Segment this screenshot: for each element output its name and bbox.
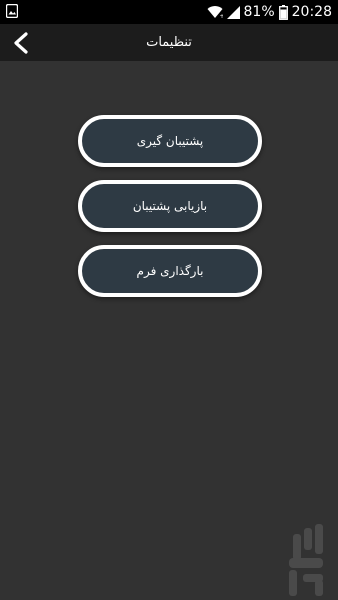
chevron-left-icon[interactable] [6, 28, 36, 58]
battery-icon [278, 4, 288, 20]
svg-text:+: + [219, 13, 223, 19]
app-logo-watermark-icon [289, 524, 323, 596]
page-title: تنظیمات [146, 35, 192, 50]
battery-percent: 81% [243, 4, 275, 20]
signal-icon [226, 6, 240, 19]
load-form-button[interactable]: بارگذاری فرم [78, 245, 262, 297]
image-notification-icon [6, 4, 18, 18]
status-bar: + 81% 20:28 [0, 0, 338, 24]
wifi-icon: + [207, 6, 223, 19]
restore-backup-button[interactable]: بازیابی پشتیبان [78, 180, 262, 232]
backup-button[interactable]: پشتیبان گیری [78, 115, 262, 167]
clock: 20:28 [291, 4, 332, 20]
status-right-group: + 81% 20:28 [207, 2, 332, 22]
toolbar: تنظیمات [0, 24, 338, 61]
